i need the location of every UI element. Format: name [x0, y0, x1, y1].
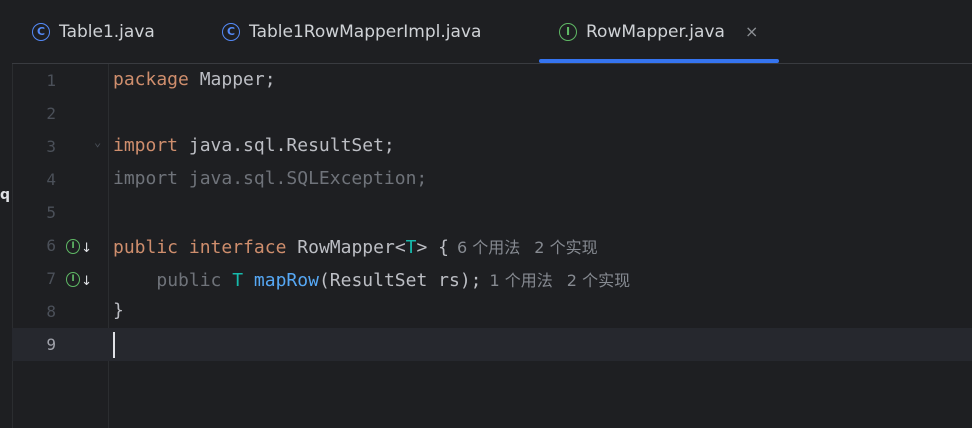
- usages-hint[interactable]: 1 个用法: [490, 271, 553, 290]
- code-text: }: [113, 300, 124, 321]
- interface-icon: I: [559, 22, 577, 41]
- code-text: import java.sql.ResultSet;: [113, 135, 395, 156]
- code-line[interactable]: 3 ⌄ import java.sql.ResultSet;: [12, 130, 972, 163]
- code-line[interactable]: 2: [12, 97, 972, 130]
- keyword: package: [113, 69, 189, 90]
- tab-label: Table1.java: [59, 21, 155, 42]
- tab-label: Table1RowMapperImpl.java: [249, 21, 482, 42]
- down-arrow-icon: ↓: [81, 273, 92, 289]
- code-line[interactable]: 5: [12, 196, 972, 229]
- line-number: 1: [46, 71, 56, 90]
- keyword: public: [156, 270, 222, 291]
- fold-chevron-icon[interactable]: ⌄: [94, 135, 101, 149]
- tab-label: RowMapper.java: [586, 21, 725, 42]
- editor-tab-bar: C Table1.java C Table1RowMapperImpl.java…: [12, 0, 972, 64]
- code-text: public T mapRow(ResultSet rs); 1 个用法 2 个实现: [113, 267, 630, 291]
- code-line[interactable]: 6 I ↓ public interface RowMapper<T> { 6 个…: [12, 229, 972, 262]
- interface-icon: I: [66, 238, 81, 254]
- code-token: Mapper;: [188, 69, 276, 90]
- implemented-gutter-icon[interactable]: I ↓: [66, 236, 92, 256]
- line-number: 7: [46, 269, 56, 288]
- code-editor[interactable]: 1 package Mapper; 2 3 ⌄ import java.sql.…: [12, 64, 972, 428]
- code-text: package Mapper;: [113, 69, 276, 90]
- code-line[interactable]: 4 import java.sql.SQLException;: [12, 163, 972, 196]
- code-token: > {: [416, 237, 450, 258]
- method-name: mapRow: [253, 270, 319, 291]
- implementations-hint[interactable]: 2 个实现: [534, 238, 597, 257]
- implemented-gutter-icon[interactable]: I ↓: [66, 269, 92, 289]
- down-arrow-icon: ↓: [81, 240, 92, 256]
- line-number: 4: [46, 170, 56, 189]
- implementations-hint[interactable]: 2 个实现: [567, 271, 630, 290]
- type-parameter: T: [232, 270, 244, 291]
- current-code-line[interactable]: 9: [12, 328, 972, 361]
- code-line[interactable]: 1 package Mapper;: [12, 64, 972, 97]
- keyword: interface: [188, 237, 287, 258]
- line-number: 3: [46, 137, 56, 156]
- line-number: 5: [46, 203, 56, 222]
- text-caret: [113, 332, 115, 358]
- close-icon[interactable]: ×: [745, 22, 758, 41]
- unused-import-text: import java.sql.SQLException;: [113, 168, 428, 189]
- code-text: public interface RowMapper<T> { 6 个用法 2 个实…: [113, 234, 598, 258]
- type-parameter: T: [405, 237, 417, 258]
- left-strip-char: q: [0, 187, 11, 203]
- class-icon: C: [32, 22, 50, 41]
- line-number: 2: [46, 104, 56, 123]
- code-token: <: [394, 237, 406, 258]
- line-number: 9: [46, 335, 56, 354]
- tab-table1rowmapperimpl-java[interactable]: C Table1RowMapperImpl.java: [202, 0, 539, 63]
- tab-table1-java[interactable]: C Table1.java: [12, 0, 202, 63]
- code-line[interactable]: 8 }: [12, 295, 972, 328]
- code-token: java.sql.ResultSet;: [178, 135, 395, 156]
- usages-hint[interactable]: 6 个用法: [457, 238, 520, 257]
- tab-rowmapper-java[interactable]: I RowMapper.java ×: [539, 0, 779, 63]
- line-number: 6: [46, 236, 56, 255]
- code-line[interactable]: 7 I ↓ public T mapRow(ResultSet rs); 1 个用…: [12, 262, 972, 295]
- keyword: import: [113, 135, 179, 156]
- interface-icon: I: [66, 271, 81, 287]
- class-icon: C: [222, 22, 240, 41]
- interface-name: RowMapper: [297, 237, 395, 258]
- keyword: public: [113, 237, 179, 258]
- line-number: 8: [46, 302, 56, 321]
- code-token: (ResultSet rs);: [318, 270, 482, 291]
